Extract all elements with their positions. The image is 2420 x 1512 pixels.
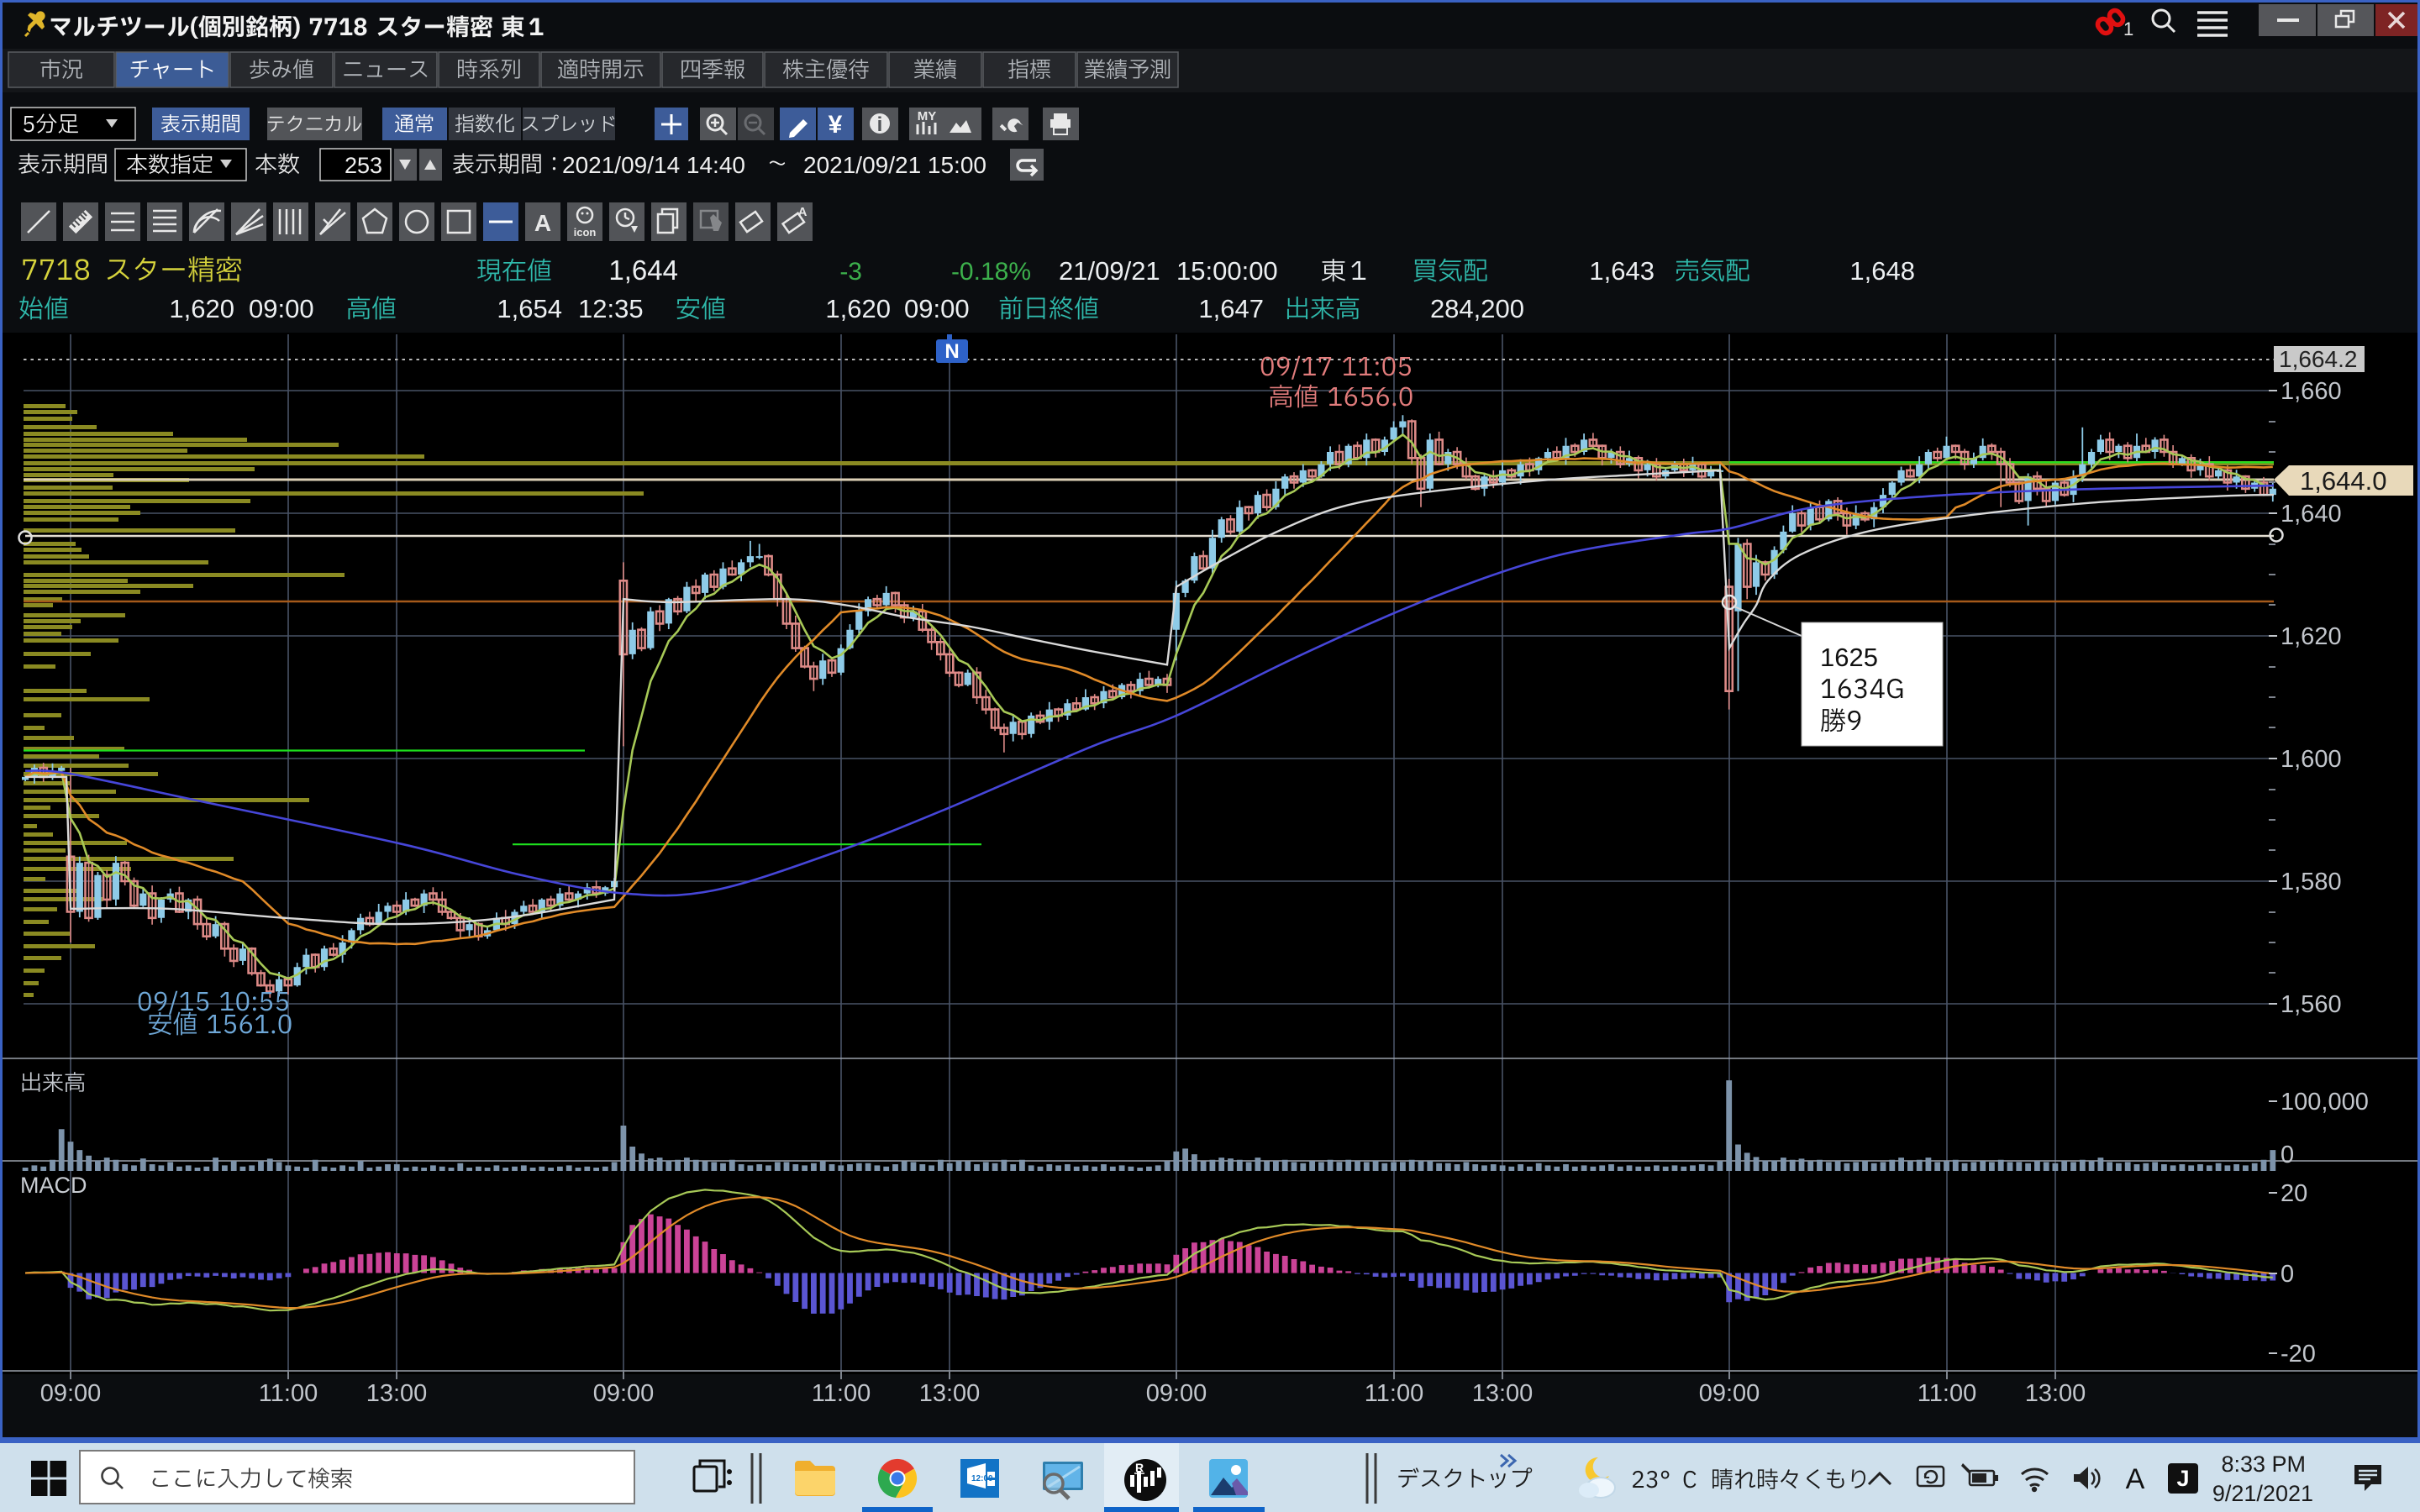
svg-text:100,000: 100,000 <box>2281 1089 2369 1116</box>
svg-text:13:00: 13:00 <box>919 1380 981 1407</box>
svg-text:12:35: 12:35 <box>578 294 644 323</box>
svg-text:J: J <box>2176 1466 2189 1491</box>
svg-text:1,620: 1,620 <box>825 294 891 323</box>
svg-text:09:00: 09:00 <box>904 294 970 323</box>
svg-text:-0.18%: -0.18% <box>951 258 1031 286</box>
svg-text:1,640: 1,640 <box>2281 501 2342 528</box>
svg-text:8:33 PM: 8:33 PM <box>2221 1452 2306 1477</box>
svg-text:11:00: 11:00 <box>812 1380 871 1407</box>
svg-text:284,200: 284,200 <box>1430 294 1524 323</box>
svg-text:A: A <box>534 210 551 236</box>
svg-text:¥: ¥ <box>829 111 843 139</box>
svg-text:12:00: 12:00 <box>971 1474 993 1483</box>
svg-text:13:00: 13:00 <box>366 1380 428 1407</box>
svg-text:1,654: 1,654 <box>497 294 562 323</box>
svg-text:-3: -3 <box>839 258 862 286</box>
svg-text:09:00: 09:00 <box>1146 1380 1207 1407</box>
svg-text:2021/09/21 15:00: 2021/09/21 15:00 <box>803 152 986 178</box>
svg-text:13:00: 13:00 <box>2025 1380 2086 1407</box>
svg-text:1,560: 1,560 <box>2281 991 2342 1018</box>
svg-text:11:00: 11:00 <box>1918 1380 1976 1407</box>
svg-text:2021/09/14 14:40: 2021/09/14 14:40 <box>562 152 745 178</box>
svg-text:MACD: MACD <box>20 1173 87 1198</box>
svg-text:MY: MY <box>918 109 937 123</box>
svg-text:1,644.0: 1,644.0 <box>2300 466 2386 496</box>
svg-text:R: R <box>1135 1461 1144 1474</box>
svg-text:20: 20 <box>2281 1180 2307 1207</box>
svg-text:21/09/21: 21/09/21 <box>1059 256 1160 286</box>
svg-text:11:00: 11:00 <box>1365 1380 1423 1407</box>
svg-text:09:00: 09:00 <box>1699 1380 1760 1407</box>
svg-text:1,660: 1,660 <box>2281 378 2342 405</box>
svg-text:9/21/2021: 9/21/2021 <box>2212 1481 2313 1506</box>
svg-text:icon: icon <box>574 226 597 239</box>
svg-text:1,580: 1,580 <box>2281 869 2342 895</box>
svg-text:1,643: 1,643 <box>1589 256 1655 286</box>
svg-text:1,644: 1,644 <box>608 255 678 286</box>
svg-text:15:00:00: 15:00:00 <box>1176 256 1278 286</box>
svg-text:09:00: 09:00 <box>40 1380 102 1407</box>
svg-text:0: 0 <box>2281 1142 2294 1168</box>
svg-text:1,664.2: 1,664.2 <box>2279 346 2357 372</box>
svg-text:1: 1 <box>2123 18 2133 39</box>
svg-text:A: A <box>2126 1463 2145 1495</box>
svg-text:1,648: 1,648 <box>1849 256 1915 286</box>
svg-text:1,600: 1,600 <box>2281 746 2342 773</box>
svg-text:-20: -20 <box>2281 1341 2316 1368</box>
svg-text:11:00: 11:00 <box>259 1380 318 1407</box>
svg-text:1,620: 1,620 <box>2281 623 2342 650</box>
svg-text:1,620: 1,620 <box>169 294 234 323</box>
svg-text:i: i <box>877 113 883 136</box>
svg-text:0: 0 <box>2281 1261 2294 1288</box>
svg-text:N: N <box>944 340 959 363</box>
svg-text:09:00: 09:00 <box>249 294 314 323</box>
svg-text:A: A <box>798 205 808 219</box>
svg-text:1625: 1625 <box>1820 643 1878 672</box>
svg-text:13:00: 13:00 <box>1472 1380 1534 1407</box>
svg-text:253: 253 <box>345 153 382 178</box>
svg-text:09:00: 09:00 <box>593 1380 655 1407</box>
svg-text:1,647: 1,647 <box>1198 294 1264 323</box>
